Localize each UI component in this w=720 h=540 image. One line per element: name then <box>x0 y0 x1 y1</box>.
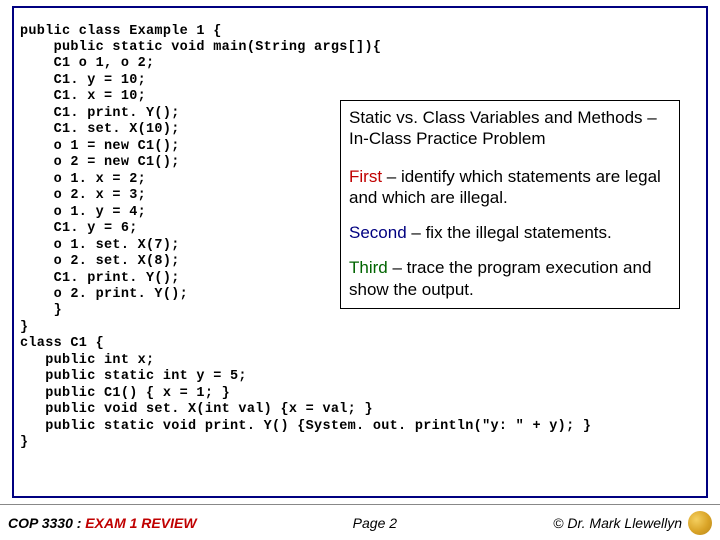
footer-page: Page 2 <box>353 515 397 531</box>
first-label: First <box>349 167 382 186</box>
instruction-third: Third – trace the program execution and … <box>349 257 671 300</box>
second-text: – fix the illegal statements. <box>407 223 612 242</box>
university-logo-icon <box>688 511 712 535</box>
footer-left: COP 3330 : EXAM 1 REVIEW <box>8 515 197 531</box>
third-text: – trace the program execution and show t… <box>349 258 651 298</box>
slide: public class Example 1 { public static v… <box>0 0 720 540</box>
footer-review: EXAM 1 REVIEW <box>85 515 196 531</box>
first-text: – identify which statements are legal an… <box>349 167 661 207</box>
footer-right: © Dr. Mark Llewellyn <box>553 511 712 535</box>
third-label: Third <box>349 258 388 277</box>
footer-course: COP 3330 : <box>8 515 85 531</box>
second-label: Second <box>349 223 407 242</box>
footer-copyright: © Dr. Mark Llewellyn <box>553 515 682 531</box>
instruction-box: Static vs. Class Variables and Methods –… <box>340 100 680 309</box>
instruction-title: Static vs. Class Variables and Methods –… <box>349 107 671 150</box>
instruction-second: Second – fix the illegal statements. <box>349 222 671 243</box>
footer: COP 3330 : EXAM 1 REVIEW Page 2 © Dr. Ma… <box>0 504 720 540</box>
instruction-first: First – identify which statements are le… <box>349 166 671 209</box>
